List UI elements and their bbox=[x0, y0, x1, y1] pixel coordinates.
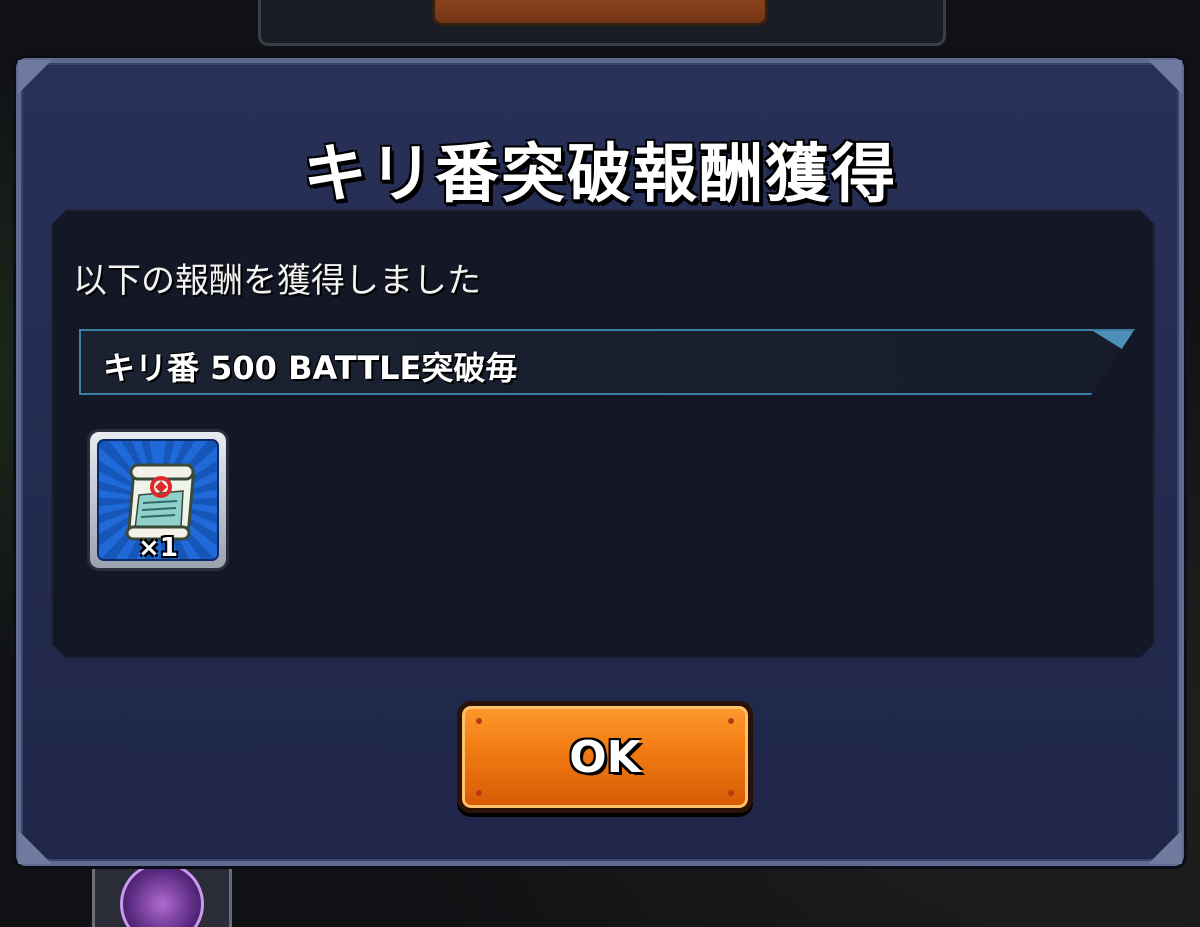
button-rivet bbox=[728, 790, 734, 796]
dialog-corner-ornament bbox=[1148, 830, 1182, 864]
button-rivet bbox=[476, 718, 482, 724]
reward-description: 以下の報酬を獲得しました bbox=[73, 261, 481, 301]
reward-item-frame: ×1 bbox=[97, 439, 219, 561]
reward-count: ×1 bbox=[138, 533, 178, 561]
dialog-corner-ornament bbox=[18, 60, 52, 94]
ok-button-label: OK bbox=[569, 732, 641, 783]
background-top-button bbox=[432, 0, 768, 26]
event-label: キリ番 500 BATTLE突破毎 bbox=[103, 349, 518, 387]
dialog-title: キリ番突破報酬獲得 bbox=[303, 138, 897, 212]
ok-button[interactable]: OK bbox=[457, 701, 753, 813]
button-rivet bbox=[476, 790, 482, 796]
event-label-bar: キリ番 500 BATTLE突破毎 bbox=[79, 329, 1135, 395]
dialog-corner-ornament bbox=[18, 830, 52, 864]
dialog-corner-ornament bbox=[1148, 60, 1182, 94]
reward-item[interactable]: ×1 bbox=[87, 429, 229, 571]
reward-dialog: キリ番突破報酬獲得 以下の報酬を獲得しました キリ番 500 BATTLE突破毎 bbox=[16, 58, 1184, 866]
button-rivet bbox=[728, 718, 734, 724]
